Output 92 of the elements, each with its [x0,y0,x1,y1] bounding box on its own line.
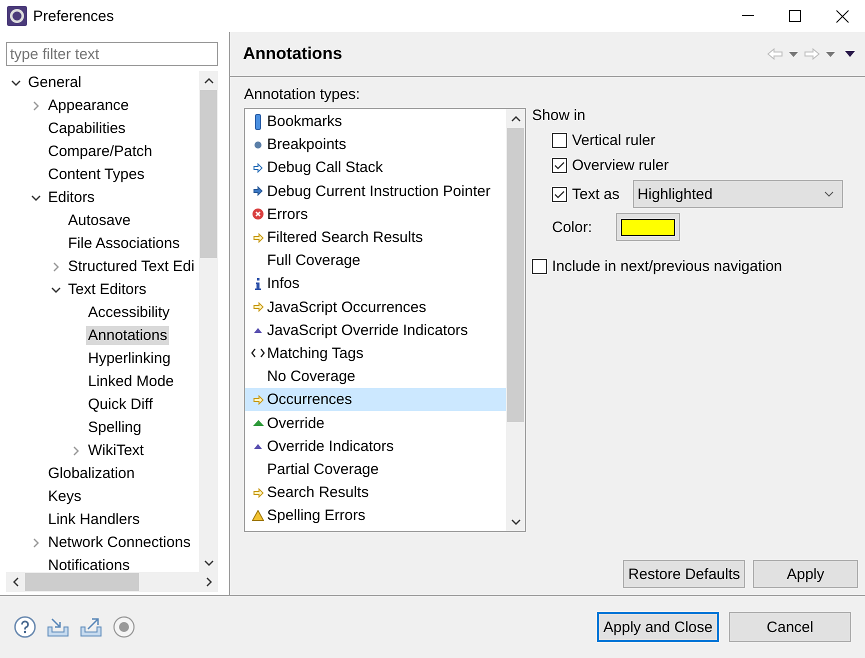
caret-icon [824,191,834,197]
help-icon[interactable] [14,616,36,638]
arrow-icon [253,186,263,196]
tree-item[interactable]: WikiText [86,441,146,460]
arrow-icon [252,488,264,498]
dropdown-icon[interactable] [789,52,798,56]
scrollbar-thumb[interactable] [507,128,524,422]
arrow-icon [252,394,264,405]
tree-item[interactable]: Text Editors [66,280,148,299]
style-dropdown[interactable]: Highlighted [632,180,843,208]
list-item[interactable]: Override [245,411,506,435]
scrollbar[interactable] [199,71,218,572]
list-item[interactable]: Debug Call Stack [245,156,506,180]
tags-icon [251,348,265,358]
color-button[interactable] [616,213,680,241]
tree-item[interactable]: Link Handlers [46,510,142,529]
list-item[interactable]: No Coverage [245,365,506,388]
list-item[interactable]: Infos [245,272,506,296]
triangle-icon [254,444,262,449]
scrollbar-thumb[interactable] [200,90,217,258]
page-button[interactable]: Apply [753,560,858,588]
error-icon [252,208,264,220]
list-item[interactable]: Full Coverage [245,249,506,272]
dialog-button[interactable]: Cancel [729,612,851,642]
checkbox-label: Overview ruler [572,157,669,174]
checkbox-label: Vertical ruler [572,132,656,149]
list-item[interactable]: Override Indicators [245,434,506,458]
tree-item[interactable]: Structured Text Edi [66,257,196,276]
list-label: Annotation types: [244,86,361,103]
tree-item[interactable]: Content Types [46,165,146,184]
checkbox[interactable] [552,158,567,173]
dialog-button[interactable]: Apply and Close [597,612,719,642]
tree-item[interactable]: Editors [46,188,97,207]
tree-item[interactable]: Quick Diff [86,395,155,414]
dot-icon [254,140,262,149]
arrow-icon [252,232,264,243]
color-label: Color: [552,218,592,236]
window-title: Preferences [33,8,115,24]
checkbox-label: Include in next/previous navigation [552,258,782,275]
list-item[interactable]: Occurrences [245,388,506,412]
tree-item[interactable]: Capabilities [46,119,128,138]
checkbox[interactable] [552,133,567,148]
show-in-label: Show in [532,107,586,124]
list-item[interactable]: JavaScript Occurrences [245,296,506,319]
tree-item[interactable]: Globalization [46,464,137,483]
list-item[interactable]: Bookmarks [245,110,506,134]
tree-item[interactable]: Notifications [46,556,132,572]
app-icon [7,6,27,26]
list-item[interactable]: Matching Tags [245,342,506,366]
dropdown-icon[interactable] [826,52,835,56]
tree-item[interactable]: File Associations [66,234,182,253]
tree-item[interactable]: Appearance [46,96,131,115]
list-item[interactable]: JavaScript Override Indicators [245,318,506,342]
warning-icon [252,510,264,522]
list-item[interactable]: Breakpoints [245,133,506,156]
page-button[interactable]: Restore Defaults [623,560,745,588]
list-item[interactable]: Spelling Errors [245,504,506,528]
list-item[interactable]: Errors [245,202,506,226]
tree-item[interactable]: Keys [46,487,84,506]
info-icon [255,278,261,290]
list-item[interactable]: Search Results [245,481,506,504]
checkbox[interactable] [532,259,547,274]
menu-icon[interactable] [845,51,855,57]
list-item[interactable]: Partial Coverage [245,458,506,481]
checkbox[interactable] [552,186,567,202]
tree-item[interactable]: Network Connections [46,533,193,552]
close-icon [836,10,848,22]
tree-item[interactable]: Autosave [66,211,133,230]
triangle-icon [254,328,262,333]
import-icon[interactable] [47,617,69,637]
arrow-icon [253,162,263,173]
maximize-icon [789,10,801,22]
tree-item[interactable]: General [26,73,84,92]
tree-item[interactable]: Hyperlinking [86,349,173,368]
tree-item[interactable]: Compare/Patch [46,142,154,161]
scrollbar-thumb[interactable] [25,573,139,591]
bookmark-icon [255,114,261,130]
tree-item[interactable]: Linked Mode [86,372,176,391]
checkbox-label: Text as [572,186,620,202]
record-icon[interactable] [113,616,135,638]
filter-field[interactable]: type filter text [6,42,218,66]
tree-item[interactable]: Accessibility [86,303,172,322]
list-item[interactable]: Filtered Search Results [245,226,506,250]
list-item[interactable]: Debug Current Instruction Pointer [245,180,506,203]
minimize-icon [742,15,754,17]
tree-item[interactable]: Annotations [86,326,170,345]
tree-item[interactable]: Spelling [86,418,144,437]
export-icon[interactable] [80,617,102,637]
arrow-icon [252,302,264,312]
triangle-icon [252,420,264,426]
scrollbar[interactable] [6,572,218,592]
page-title: Annotations [243,44,344,64]
